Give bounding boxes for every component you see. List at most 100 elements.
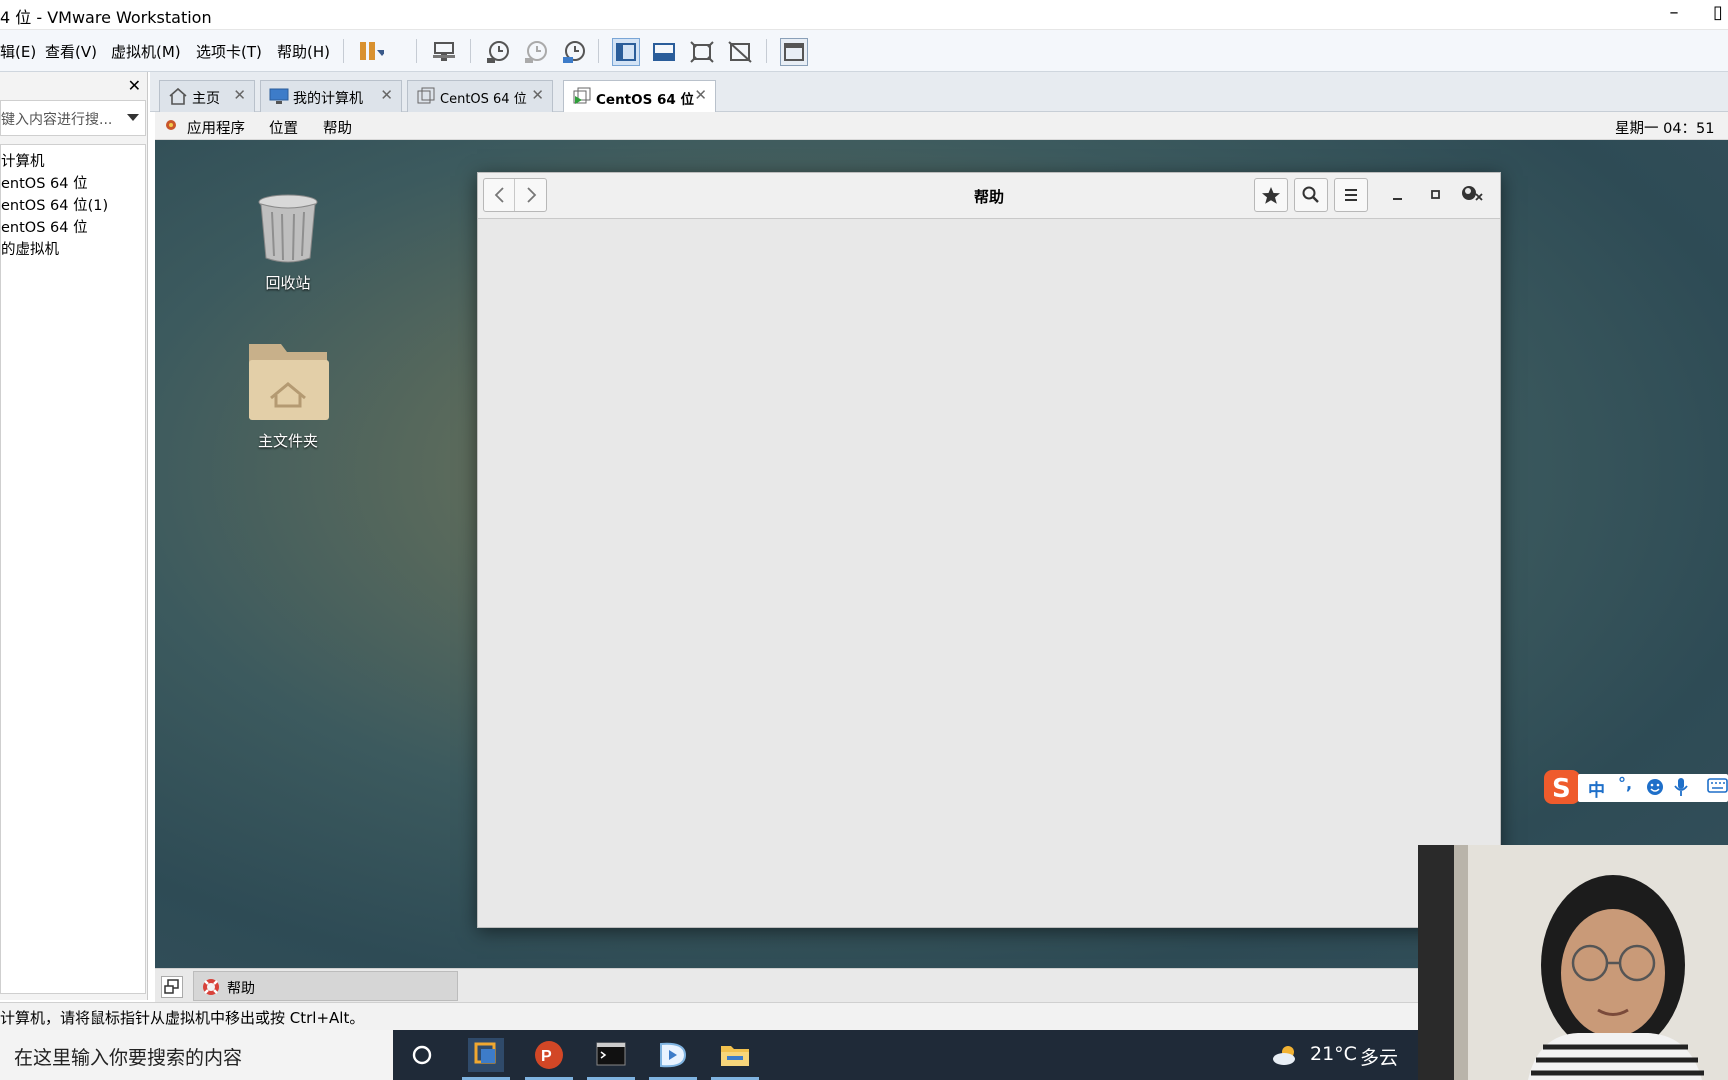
taskbar-help-label: 帮助	[227, 981, 255, 997]
tab-label: CentOS 64 位	[596, 92, 695, 108]
hamburger-icon	[1345, 189, 1357, 201]
gnome-top-bar: 应用程序 位置 帮助 星期一 04：51	[155, 112, 1728, 140]
menu-toolbar: 辑(E) 查看(V) 虚拟机(M) 选项卡(T) 帮助(H)	[0, 30, 1728, 72]
taskbar-search-placeholder: 在这里输入你要搜索的内容	[14, 1047, 243, 1069]
microphone-icon[interactable]	[1672, 776, 1690, 798]
tab-centos-2[interactable]: CentOS 64 位 ✕	[563, 80, 716, 112]
status-text: 计算机，请将鼠标指针从虚拟机中移出或按 Ctrl+Alt。	[0, 1009, 365, 1027]
unity-icon[interactable]	[726, 38, 754, 66]
tab-label: CentOS 64 位	[440, 92, 527, 107]
taskbar-help-item[interactable]: 帮助	[193, 971, 458, 1001]
vm-icon	[416, 87, 436, 105]
window-title: 4 位 - VMware Workstation	[0, 8, 212, 27]
close-icon[interactable]	[1462, 184, 1484, 206]
library-item-vm[interactable]: entOS 64 位	[1, 217, 145, 239]
desktop-icon-label: 主文件夹	[257, 432, 318, 450]
cortana-icon[interactable]	[410, 1043, 434, 1067]
tab-my-computer[interactable]: 我的计算机 ✕	[260, 80, 402, 112]
terminal-app-icon[interactable]	[587, 1038, 635, 1080]
computer-icon	[269, 87, 289, 105]
library-item-shared-vms[interactable]: 的虚拟机	[1, 239, 145, 261]
revert-snapshot-icon[interactable]	[522, 38, 550, 66]
toolbar-separator	[598, 39, 599, 63]
snapshot-icon[interactable]	[484, 38, 512, 66]
send-ctrl-alt-del-icon[interactable]	[430, 38, 458, 66]
powerpoint-app-icon[interactable]: P	[525, 1038, 573, 1080]
webcam-overlay	[1418, 845, 1728, 1080]
menu-view[interactable]: 查看(V)	[45, 41, 97, 62]
svg-text:S: S	[1552, 774, 1571, 804]
close-icon[interactable]: ✕	[531, 86, 544, 104]
close-icon[interactable]: ✕	[380, 86, 393, 104]
menu-tabs[interactable]: 选项卡(T)	[196, 41, 262, 62]
minimize-button[interactable]: –	[1654, 0, 1694, 30]
menu-applications[interactable]: 应用程序	[187, 117, 245, 138]
tab-centos-1[interactable]: CentOS 64 位 ✕	[407, 80, 553, 112]
title-bar: 4 位 - VMware Workstation – ▯	[0, 0, 1728, 30]
tab-label: 主页	[192, 91, 220, 107]
weather-temp[interactable]: 21°C	[1310, 1043, 1357, 1065]
library-tree: 计算机 entOS 64 位 entOS 64 位(1) entOS 64 位 …	[0, 144, 146, 994]
search-button[interactable]	[1294, 178, 1328, 212]
library-search-placeholder: 键入内容进行搜...	[1, 112, 113, 128]
console-view-icon[interactable]	[780, 38, 808, 66]
menu-gnome-help[interactable]: 帮助	[323, 117, 352, 138]
close-icon[interactable]: ✕	[233, 86, 246, 104]
menu-help[interactable]: 帮助(H)	[277, 41, 330, 62]
menu-places[interactable]: 位置	[269, 117, 298, 138]
toolbar-separator	[766, 39, 767, 63]
weather-desc[interactable]: 多云	[1360, 1043, 1398, 1070]
search-icon	[1302, 186, 1319, 203]
help-content	[478, 219, 1500, 927]
lifebuoy-icon	[201, 977, 221, 997]
webcam-person-image	[1418, 845, 1728, 1080]
menu-vm[interactable]: 虚拟机(M)	[111, 41, 181, 62]
star-icon	[1262, 187, 1280, 204]
maximize-button[interactable]: ▯	[1708, 0, 1728, 30]
tab-bar: 主页 ✕ 我的计算机 ✕ CentOS 64 位 ✕ CentOS 64 位 ✕	[150, 72, 1728, 112]
tab-home[interactable]: 主页 ✕	[159, 80, 255, 112]
toolbar-separator	[470, 39, 471, 63]
close-library-button[interactable]: ✕	[128, 76, 141, 95]
library-item-vm[interactable]: entOS 64 位(1)	[1, 195, 145, 217]
clock[interactable]: 星期一 04：51	[1615, 117, 1715, 138]
snapshot-manager-icon[interactable]	[560, 38, 588, 66]
pause-icon[interactable]	[356, 38, 387, 66]
bookmark-button[interactable]	[1254, 178, 1288, 212]
show-desktop-icon[interactable]	[161, 976, 183, 998]
ime-toolbar[interactable]: S 中 °,	[1542, 768, 1728, 806]
library-panel: ✕ 键入内容进行搜... 计算机 entOS 64 位 entOS 64 位(1…	[0, 72, 148, 1000]
home-icon	[168, 87, 188, 105]
taskbar-search-input[interactable]: 在这里输入你要搜索的内容	[0, 1030, 393, 1080]
show-library-icon[interactable]	[612, 38, 640, 66]
close-icon[interactable]: ✕	[694, 86, 707, 104]
minimize-icon[interactable]	[1390, 187, 1406, 203]
emoji-icon[interactable]	[1645, 777, 1665, 797]
video-app-icon[interactable]	[649, 1038, 697, 1080]
maximize-icon[interactable]	[1428, 187, 1444, 203]
ime-punct-toggle[interactable]: °,	[1618, 774, 1632, 793]
vmware-app-icon[interactable]	[462, 1038, 510, 1080]
desktop-icon-label: 回收站	[265, 274, 311, 292]
ime-lang-toggle[interactable]: 中	[1588, 776, 1605, 801]
chevron-down-icon[interactable]	[127, 114, 139, 121]
library-search-input[interactable]: 键入内容进行搜...	[0, 100, 146, 136]
desktop-icon-home-folder[interactable]: 主文件夹	[228, 340, 348, 451]
menu-button[interactable]	[1334, 178, 1368, 212]
full-screen-icon[interactable]	[688, 38, 716, 66]
keyboard-icon[interactable]	[1707, 777, 1728, 795]
svg-text:P: P	[541, 1048, 552, 1065]
menu-edit[interactable]: 辑(E)	[0, 41, 36, 62]
applications-icon	[164, 118, 178, 132]
thumbnail-bar-icon[interactable]	[650, 38, 678, 66]
desktop-icon-trash[interactable]: 回收站	[228, 192, 348, 293]
file-explorer-app-icon[interactable]	[711, 1038, 759, 1080]
weather-cloud-icon[interactable]	[1270, 1043, 1300, 1067]
help-window: 帮助	[477, 172, 1501, 928]
vm-running-icon	[572, 87, 592, 105]
toolbar-separator	[343, 39, 344, 63]
toolbar-separator	[416, 39, 417, 63]
library-item-my-computer[interactable]: 计算机	[1, 151, 145, 173]
library-item-vm[interactable]: entOS 64 位	[1, 173, 145, 195]
sogou-logo-icon[interactable]: S	[1542, 768, 1582, 806]
